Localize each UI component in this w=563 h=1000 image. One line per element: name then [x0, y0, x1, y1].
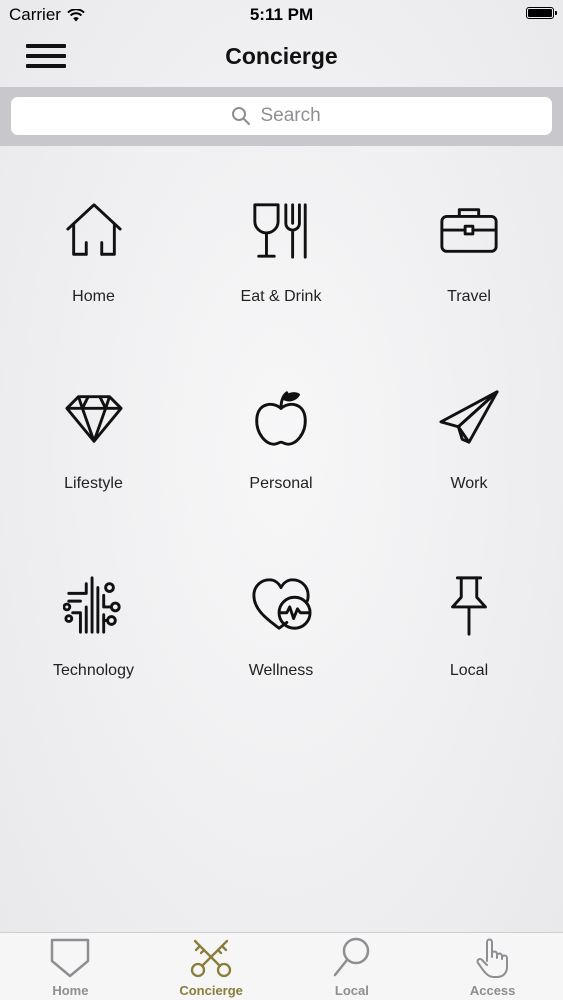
category-label: Technology	[53, 662, 134, 679]
category-local[interactable]: Local	[375, 562, 563, 749]
search-input[interactable]	[258, 104, 333, 128]
search-icon	[231, 107, 250, 125]
shield-icon	[51, 938, 90, 978]
tab-label: Home	[52, 983, 89, 998]
category-personal[interactable]: Personal	[187, 375, 375, 562]
diamond-icon	[61, 385, 127, 451]
tab-access[interactable]: Access	[422, 933, 563, 1000]
category-work[interactable]: Work	[375, 375, 563, 562]
tab-local[interactable]: Local	[282, 933, 423, 1000]
category-label: Home	[72, 288, 115, 305]
tab-home[interactable]: Home	[0, 933, 141, 1000]
category-label: Lifestyle	[64, 475, 123, 492]
pointing-hand-icon	[476, 938, 508, 978]
category-lifestyle[interactable]: Lifestyle	[0, 375, 187, 562]
paper-plane-icon	[436, 385, 502, 451]
house-icon	[61, 198, 127, 264]
battery-group	[526, 7, 557, 19]
category-grid: Home Eat & Drink Travel Lifestyle Person…	[0, 188, 563, 749]
glass-fork-icon	[248, 198, 314, 264]
magnifier-icon	[333, 937, 370, 977]
briefcase-icon	[436, 198, 502, 264]
category-label: Wellness	[248, 662, 314, 679]
tab-bar: Home Concierge Local Access	[0, 932, 563, 1000]
category-label: Eat & Drink	[240, 288, 322, 305]
tab-label: Local	[334, 983, 369, 998]
tab-label: Access	[469, 983, 516, 998]
category-label: Personal	[249, 475, 313, 492]
category-technology[interactable]: Technology	[0, 562, 187, 749]
category-label: Local	[449, 662, 489, 679]
category-wellness[interactable]: Wellness	[187, 562, 375, 749]
category-eat-drink[interactable]: Eat & Drink	[187, 188, 375, 375]
status-time: 5:11 PM	[249, 5, 314, 24]
crossed-keys-icon	[190, 939, 232, 978]
tab-label: Concierge	[179, 983, 243, 998]
battery-icon	[526, 7, 557, 19]
apple-icon	[248, 385, 314, 451]
app-screen: Carrier 5:11 PM Concierge Search Home Ea…	[0, 0, 563, 1000]
page-title: Concierge	[225, 43, 338, 69]
category-home[interactable]: Home	[0, 188, 187, 375]
pushpin-icon	[436, 572, 502, 638]
tab-concierge[interactable]: Concierge	[141, 933, 282, 1000]
navigation-bar: Concierge	[0, 30, 563, 87]
heart-pulse-icon	[248, 572, 314, 638]
search-field[interactable]	[11, 97, 552, 135]
category-label: Travel	[447, 288, 491, 305]
search-bar	[0, 87, 563, 146]
circuit-icon	[61, 572, 127, 638]
status-bar: Carrier 5:11 PM	[0, 0, 563, 30]
category-travel[interactable]: Travel	[375, 188, 563, 375]
battery-level	[528, 9, 552, 17]
category-label: Work	[450, 475, 488, 492]
